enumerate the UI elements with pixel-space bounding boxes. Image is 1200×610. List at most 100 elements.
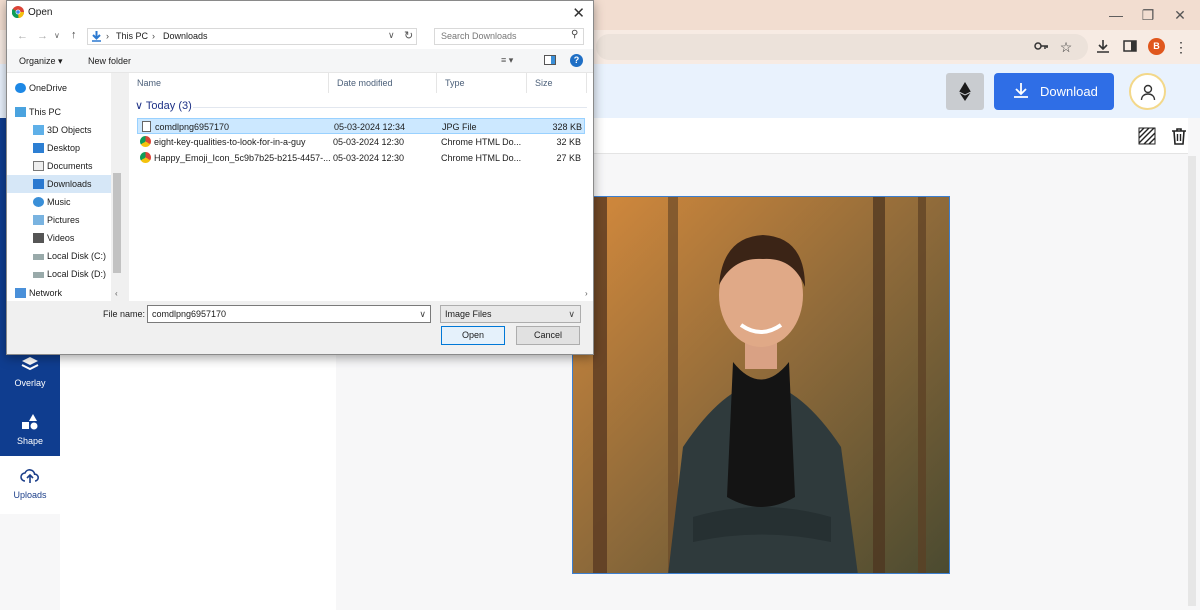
scroll-left-icon[interactable]: ‹: [115, 289, 118, 298]
open-button[interactable]: Open: [441, 326, 505, 345]
canvas-photo[interactable]: [572, 196, 950, 574]
organize-button[interactable]: Organize ▾: [19, 56, 63, 67]
sidebar-item-shape[interactable]: Shape: [0, 402, 60, 462]
forward-arrow-icon[interactable]: →: [37, 30, 48, 42]
breadcrumb-this-pc[interactable]: This PC: [116, 31, 148, 41]
nav-item-documents[interactable]: Documents: [7, 157, 111, 175]
back-arrow-icon[interactable]: ←: [17, 30, 28, 42]
nav-item-onedrive[interactable]: OneDrive: [7, 79, 111, 97]
nav-item-this-pc[interactable]: This PC: [7, 103, 111, 121]
restore-icon[interactable]: ❐: [1138, 6, 1158, 24]
search-icon: ⚲: [571, 29, 579, 40]
breadcrumb-separator: ›: [106, 31, 109, 41]
file-row[interactable]: eight-key-qualities-to-look-for-in-a-guy…: [137, 134, 585, 150]
cube-icon: [33, 125, 44, 135]
recent-chevron-icon[interactable]: ∨: [54, 31, 60, 40]
menu-kebab-icon[interactable]: ⋮: [1172, 38, 1190, 56]
view-options-icon[interactable]: ≡ ▾: [501, 55, 513, 66]
file-row[interactable]: comdlpng6957170 05-03-2024 12:34 JPG Fil…: [137, 118, 585, 134]
drive-icon: [33, 272, 44, 278]
user-icon: [1140, 84, 1155, 100]
side-panel-icon[interactable]: [1121, 38, 1139, 56]
column-header-type[interactable]: Type: [437, 73, 527, 93]
dialog-title: Open: [28, 7, 53, 18]
breadcrumb-downloads[interactable]: Downloads: [163, 31, 208, 41]
navigation-scrollbar[interactable]: [111, 73, 123, 301]
sidebar-item-label: Shape: [16, 436, 44, 446]
drive-icon: [33, 254, 44, 260]
search-input[interactable]: Search Downloads: [434, 28, 584, 45]
download-icon: [1012, 81, 1030, 102]
cloud-icon: [15, 83, 26, 93]
brand-diamond-button[interactable]: [946, 73, 984, 110]
transparency-pattern-icon[interactable]: [1138, 127, 1156, 145]
computer-icon: [15, 107, 26, 117]
dialog-titlebar: Open ✕: [7, 1, 593, 25]
minimize-icon[interactable]: —: [1106, 6, 1126, 24]
profile-avatar[interactable]: B: [1148, 38, 1165, 55]
help-icon[interactable]: ?: [570, 54, 583, 67]
close-icon[interactable]: ✕: [572, 4, 585, 22]
shapes-icon: [22, 414, 38, 430]
downloads-icon[interactable]: [1094, 38, 1112, 56]
download-arrow-icon: [33, 179, 44, 189]
file-name-label: File name:: [103, 309, 146, 319]
breadcrumb-separator: ›: [152, 31, 155, 41]
nav-item-local-disk-c[interactable]: Local Disk (C:): [7, 247, 111, 265]
network-icon: [15, 288, 26, 298]
key-icon[interactable]: [1032, 38, 1050, 56]
layers-icon: [21, 357, 39, 371]
preview-pane-icon[interactable]: [544, 55, 556, 65]
new-folder-button[interactable]: New folder: [88, 56, 131, 66]
address-dropdown-icon[interactable]: ∨: [388, 30, 395, 41]
up-arrow-icon[interactable]: ↑: [71, 29, 77, 41]
sidebar-item-uploads[interactable]: Uploads: [0, 456, 60, 514]
download-arrow-icon: [92, 31, 101, 42]
column-header-size[interactable]: Size: [527, 73, 587, 93]
command-bar: Organize ▾ New folder ≡ ▾ ?: [7, 49, 593, 73]
address-bar[interactable]: [596, 34, 1088, 60]
file-list: Name Date modified Type Size ∨ Today (3)…: [129, 73, 593, 301]
sidebar-item-label: Overlay: [14, 378, 46, 388]
chrome-icon: [12, 6, 24, 18]
scroll-right-icon[interactable]: ›: [585, 289, 588, 298]
chrome-icon: [140, 136, 151, 147]
file-type-select[interactable]: Image Files ∨: [440, 305, 581, 323]
refresh-icon[interactable]: ↻: [404, 29, 413, 42]
pictures-icon: [33, 215, 44, 225]
nav-item-pictures[interactable]: Pictures: [7, 211, 111, 229]
video-icon: [33, 233, 44, 243]
cancel-button[interactable]: Cancel: [516, 326, 580, 345]
chevron-down-icon: ∨: [568, 309, 575, 319]
navigation-pane: OneDrive This PC 3D Objects Desktop Docu…: [7, 73, 123, 301]
nav-item-videos[interactable]: Videos: [7, 229, 111, 247]
file-name-input[interactable]: comdlpng6957170 ∨: [147, 305, 431, 323]
user-account-button[interactable]: [1129, 73, 1166, 110]
column-header-name[interactable]: Name: [129, 73, 329, 93]
bookmark-star-icon[interactable]: ☆: [1057, 38, 1075, 56]
download-label: Download: [1040, 84, 1098, 99]
image-file-icon: [142, 121, 151, 132]
open-file-dialog: Open ✕ ← → ∨ ↑ › This PC › Downloads ∨ ↻…: [6, 0, 594, 355]
music-icon: [33, 197, 44, 207]
chevron-down-icon[interactable]: ∨: [419, 306, 426, 322]
sidebar-item-label: Uploads: [13, 490, 47, 500]
nav-item-music[interactable]: Music: [7, 193, 111, 211]
cloud-upload-icon: [20, 469, 39, 483]
nav-item-local-disk-d[interactable]: Local Disk (D:): [7, 265, 111, 283]
download-button[interactable]: Download: [994, 73, 1114, 110]
nav-item-network[interactable]: Network: [7, 287, 111, 299]
close-window-icon[interactable]: ✕: [1170, 6, 1190, 24]
column-header-date[interactable]: Date modified: [329, 73, 437, 93]
chrome-icon: [140, 152, 151, 163]
nav-item-downloads[interactable]: Downloads: [7, 175, 111, 193]
breadcrumb[interactable]: › This PC › Downloads ∨ ↻: [87, 28, 417, 45]
group-header[interactable]: ∨ Today (3): [135, 99, 192, 112]
file-row[interactable]: Happy_Emoji_Icon_5c9b7b25-b215-4457-... …: [137, 150, 585, 166]
canvas-scrollbar[interactable]: [1188, 156, 1196, 606]
nav-item-desktop[interactable]: Desktop: [7, 139, 111, 157]
desktop-icon: [33, 143, 44, 153]
document-icon: [33, 161, 44, 171]
trash-icon[interactable]: [1171, 127, 1187, 145]
nav-item-3d-objects[interactable]: 3D Objects: [7, 121, 111, 139]
